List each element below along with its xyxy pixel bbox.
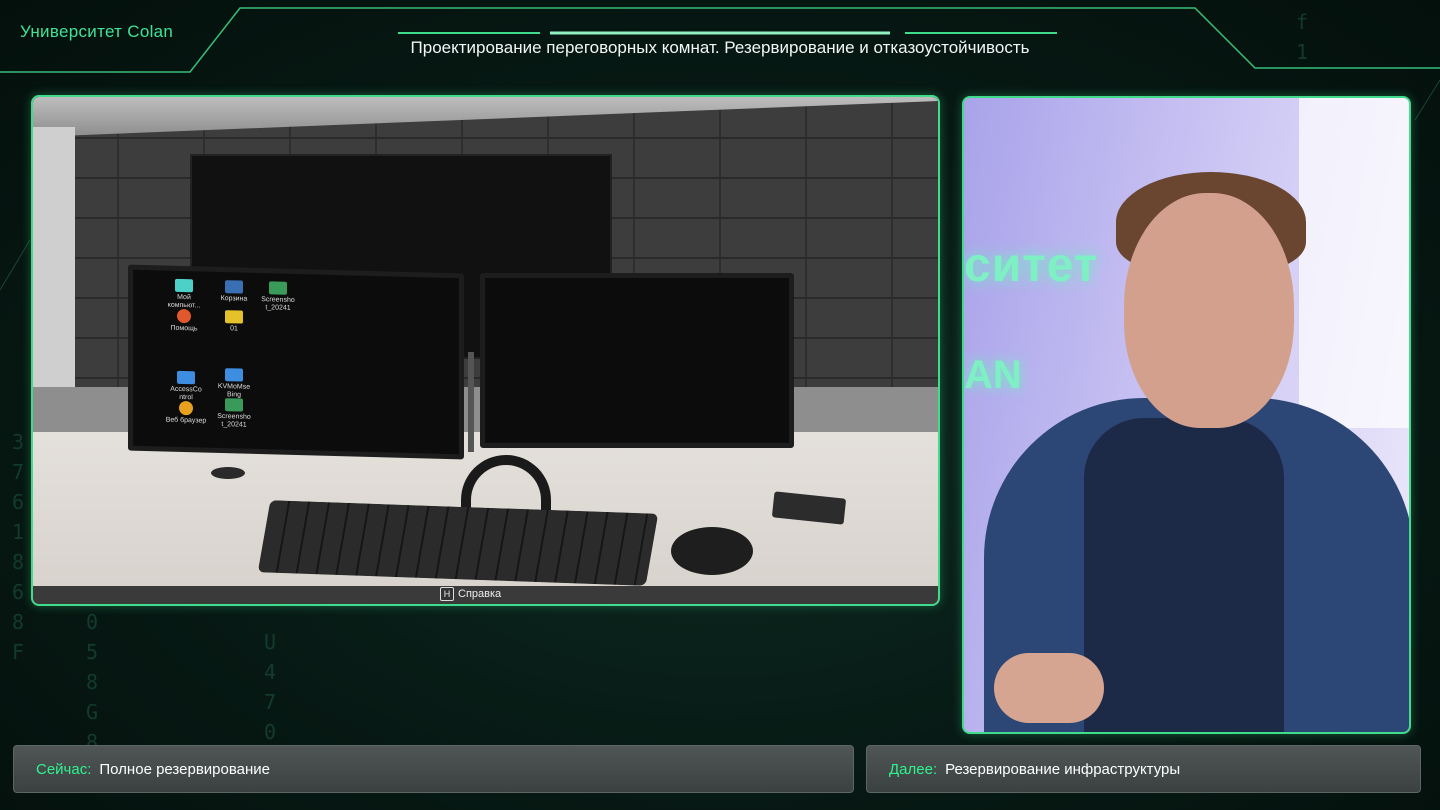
presenter-hand: [994, 653, 1104, 723]
app-icon: [177, 370, 195, 385]
vr-scene-panel[interactable]: Мой компьют... Корзина Screensho t_20241…: [31, 95, 940, 606]
trash-icon: [225, 280, 243, 294]
desktop-icon[interactable]: AccessCo ntrol: [163, 370, 209, 403]
presenter-sweater: [1084, 418, 1284, 732]
desktop-icon[interactable]: Мой компьют...: [161, 278, 207, 310]
studio-shelf: [1299, 98, 1409, 428]
left-monitor[interactable]: Мой компьют... Корзина Screensho t_20241…: [128, 264, 464, 460]
app-icon: [225, 368, 243, 382]
desktop-icon[interactable]: 01: [211, 310, 257, 334]
now-playing-bar: Сейчас: Полное резервирование: [13, 745, 854, 793]
neon-sign-text: ситет: [964, 239, 1099, 292]
neon-sign-text-2: AN: [964, 353, 1022, 397]
now-value: Полное резервирование: [99, 760, 271, 778]
desktop-icon[interactable]: Помощь: [161, 308, 207, 333]
help-hint-label: Справка: [458, 588, 502, 600]
desktop-icon[interactable]: Screensho t_20241: [211, 398, 257, 430]
image-icon: [269, 281, 287, 295]
computer-icon: [175, 278, 193, 293]
table-microphone: [211, 467, 245, 479]
now-label: Сейчас:: [36, 760, 92, 778]
page-title: Проектирование переговорных комнат. Резе…: [410, 38, 1030, 57]
next-label: Далее:: [889, 760, 938, 778]
desktop-icon[interactable]: Веб браузер: [163, 400, 209, 426]
image-icon: [225, 398, 243, 412]
browser-icon: [179, 400, 193, 416]
desktop-icon[interactable]: Корзина: [211, 280, 257, 304]
monitor-stand: [468, 352, 474, 452]
desktop-icon[interactable]: Screensho t_20241: [255, 281, 301, 313]
desktop-icon[interactable]: KVMoMse Bing: [211, 368, 257, 400]
presenter-face: [1124, 193, 1294, 428]
keyboard-key-icon: H: [440, 587, 454, 601]
help-hint[interactable]: H Справка: [440, 587, 501, 601]
presenter-video-panel: ситет AN: [962, 96, 1411, 734]
lifebuoy-icon: [177, 308, 191, 324]
mouse[interactable]: [671, 527, 753, 575]
keyboard[interactable]: [257, 500, 659, 586]
next-value: Резервирование инфраструктуры: [945, 760, 1181, 778]
folder-icon: [225, 310, 243, 324]
brand-title: Университет Colan: [20, 22, 174, 41]
right-monitor[interactable]: [480, 273, 794, 448]
up-next-bar: Далее: Резервирование инфраструктуры: [866, 745, 1421, 793]
